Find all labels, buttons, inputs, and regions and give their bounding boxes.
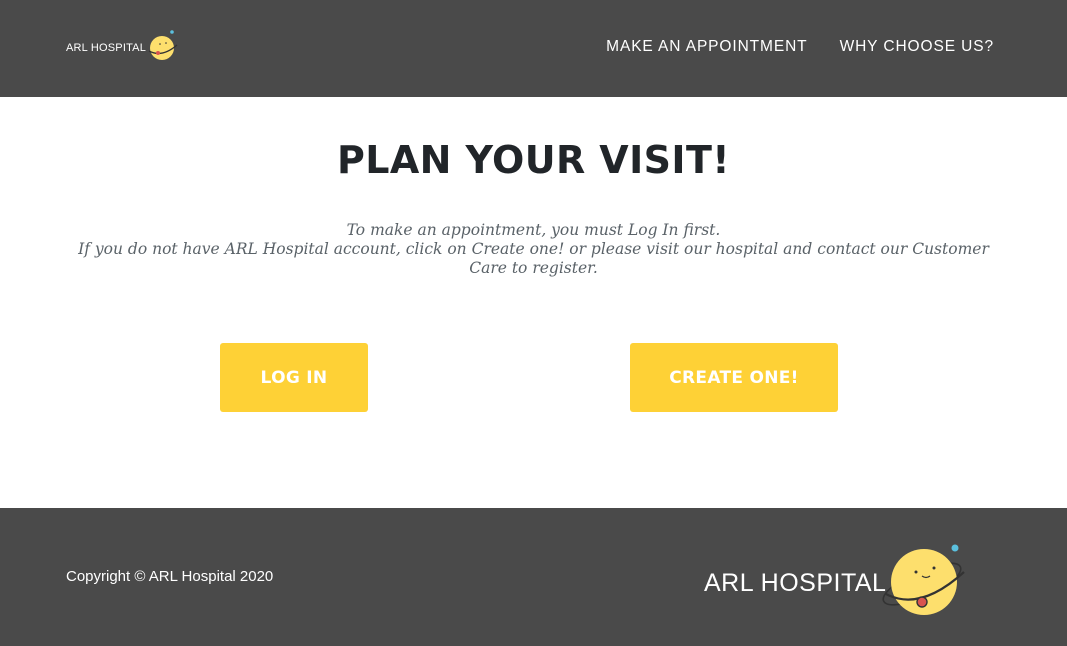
footer-brand: ARL HOSPITAL: [704, 542, 972, 625]
planet-smiley-icon: [882, 542, 972, 625]
page-title: PLAN YOUR VISIT!: [336, 138, 731, 182]
main-nav: MAKE AN APPOINTMENT WHY CHOOSE US?: [606, 38, 994, 56]
intro-line-2: If you do not have ARL Hospital account,…: [78, 240, 989, 277]
intro-text: To make an appointment, you must Log In …: [70, 221, 997, 278]
nav-make-appointment[interactable]: MAKE AN APPOINTMENT: [606, 38, 807, 56]
brand-text: ARL HOSPITAL: [66, 42, 147, 54]
footer: Copyright © ARL Hospital 2020 ARL HOSPIT…: [0, 508, 1067, 646]
brand-link[interactable]: ARL HOSPITAL: [66, 29, 180, 68]
planet-smiley-icon: [148, 29, 180, 68]
copyright-text: Copyright © ARL Hospital 2020: [66, 568, 274, 585]
login-button[interactable]: LOG IN: [220, 343, 368, 412]
nav-why-choose-us[interactable]: WHY CHOOSE US?: [840, 38, 994, 56]
create-account-button[interactable]: CREATE ONE!: [630, 343, 838, 412]
intro-line-1: To make an appointment, you must Log In …: [346, 221, 721, 239]
footer-brand-text: ARL HOSPITAL: [704, 569, 887, 597]
top-navbar: ARL HOSPITAL MAKE AN APPOINTMENT WHY CHO…: [0, 0, 1067, 97]
